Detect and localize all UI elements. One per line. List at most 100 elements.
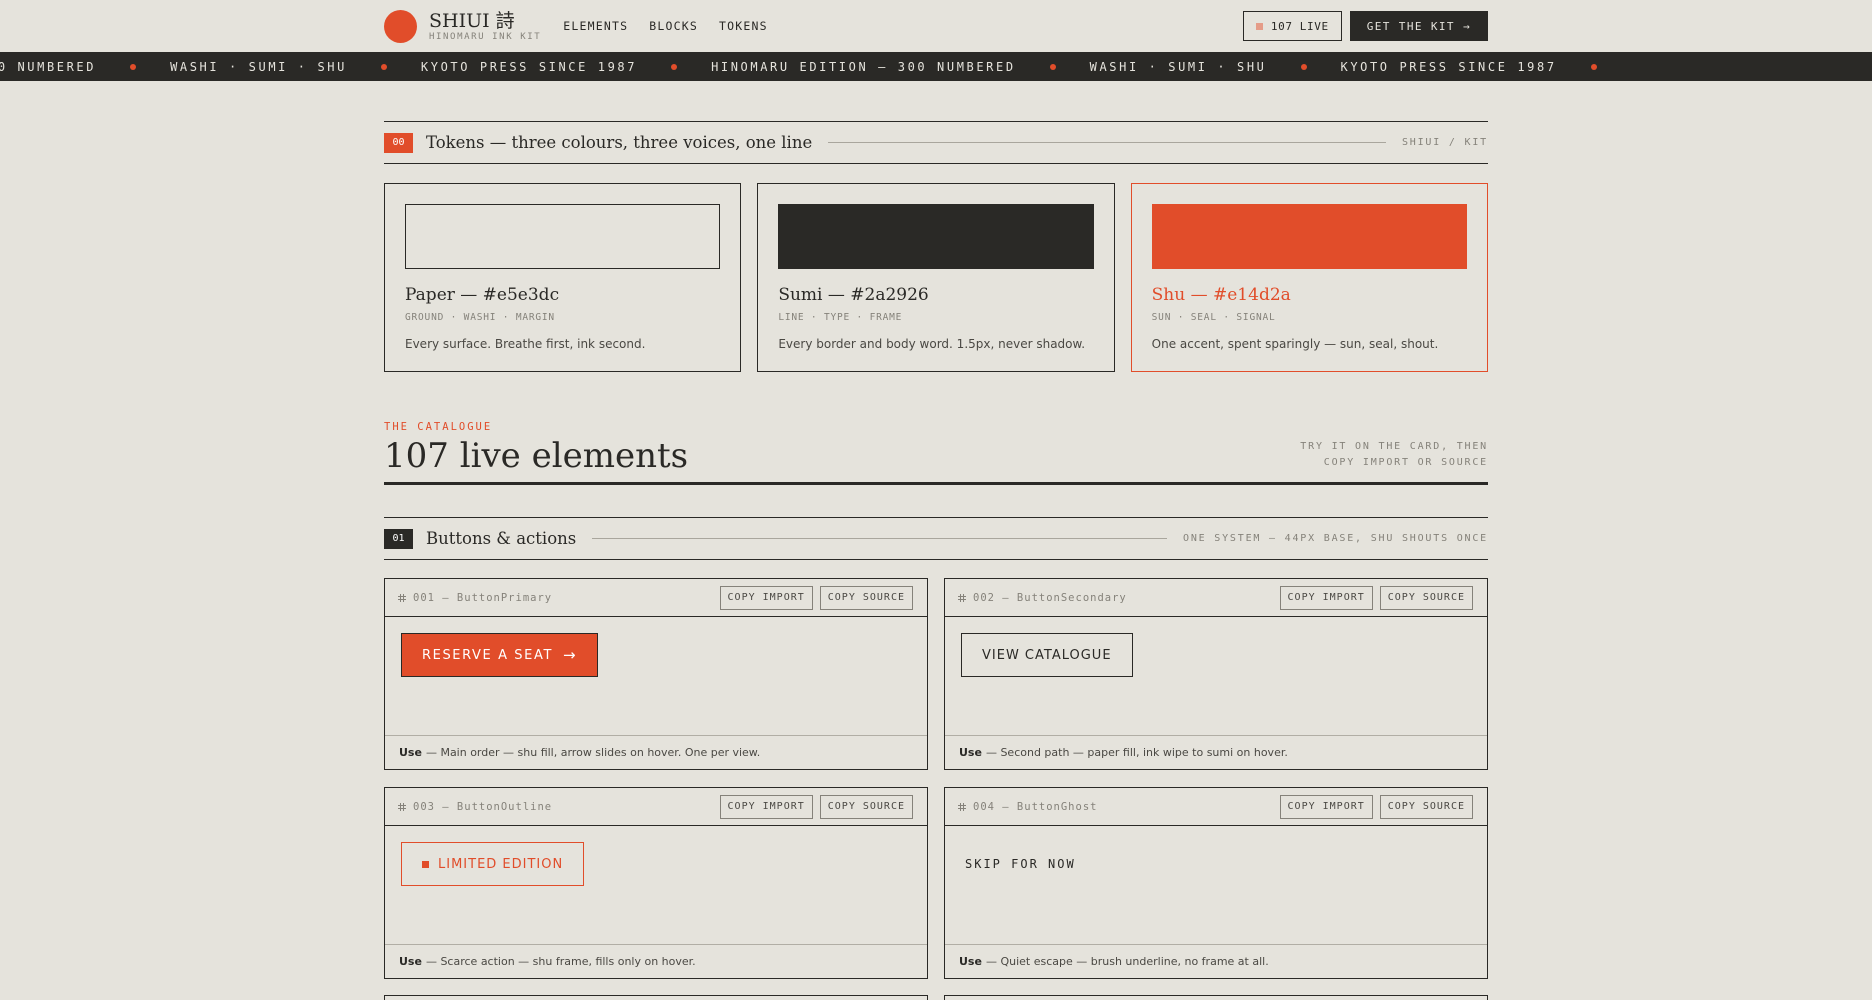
element-card-next xyxy=(384,995,928,1000)
ticker-dot-icon xyxy=(1590,63,1597,70)
marquee-ticker: 00 NUMBERED WASHI · SUMI · SHU KYOTO PRE… xyxy=(0,52,1872,81)
element-card-button-ghost: 004 — ButtonGhost COPY IMPORT COPY SOURC… xyxy=(944,787,1488,979)
ticker-item: 00 NUMBERED xyxy=(0,59,97,74)
section-number: 00 xyxy=(384,132,413,153)
element-id-label: 003 — ButtonOutline xyxy=(413,800,553,813)
element-card-button-outline: 003 — ButtonOutline COPY IMPORT COPY SOU… xyxy=(384,787,928,979)
element-id-label: 002 — ButtonSecondary xyxy=(973,591,1127,604)
element-id: 003 — ButtonOutline xyxy=(398,801,552,813)
tokens-section-header: 00 Tokens — three colours, three voices,… xyxy=(384,121,1488,164)
section-meta: ONE SYSTEM — 44PX BASE, SHU SHOUTS ONCE xyxy=(1183,533,1488,544)
catalogue-note-line: TRY IT ON THE CARD, THEN xyxy=(1300,441,1488,452)
live-count-label: 107 LIVE xyxy=(1270,19,1329,33)
token-card-shu: Shu — #e14d2a SUN · SEAL · SIGNAL One ac… xyxy=(1130,183,1488,372)
copy-source-button[interactable]: COPY SOURCE xyxy=(1379,585,1473,610)
ticker-dot-icon xyxy=(380,63,387,70)
token-tags: LINE · TYPE · FRAME xyxy=(778,312,903,323)
token-card-paper: Paper — #e5e3dc GROUND · WASHI · MARGIN … xyxy=(384,183,742,372)
ticker-item: WASHI · SUMI · SHU xyxy=(170,59,347,74)
nav-tokens[interactable]: TOKENS xyxy=(719,19,768,33)
token-name: Sumi — #2a2926 xyxy=(778,285,929,305)
copy-import-button[interactable]: COPY IMPORT xyxy=(1279,794,1373,819)
usage-label: Use xyxy=(959,746,982,759)
square-icon xyxy=(422,860,429,868)
nav-blocks[interactable]: BLOCKS xyxy=(649,19,698,33)
usage-text: — Scarce action — shu frame, fills only … xyxy=(425,955,696,968)
catalogue-rule xyxy=(384,482,1488,485)
arrow-right-icon: → xyxy=(563,646,578,664)
ticker-dot-icon xyxy=(671,63,678,70)
get-the-kit-button[interactable]: GET THE KIT → xyxy=(1349,11,1488,41)
live-count-button[interactable]: 107 LIVE xyxy=(1242,11,1342,41)
brand-title: SHIUI 詩 xyxy=(429,9,515,32)
element-id: 002 — ButtonSecondary xyxy=(958,592,1127,604)
section-title: Buttons & actions xyxy=(426,529,577,548)
catalogue-title: 107 live elements xyxy=(384,436,689,476)
brand[interactable]: SHIUI 詩 HINOMARU INK KIT xyxy=(384,9,542,43)
section-rule xyxy=(828,142,1386,143)
copy-import-button[interactable]: COPY IMPORT xyxy=(719,794,813,819)
grid-icon xyxy=(958,593,966,602)
token-description: Every surface. Breathe first, ink second… xyxy=(405,337,646,351)
shu-swatch xyxy=(1151,204,1467,269)
element-id: 004 — ButtonGhost xyxy=(958,801,1097,813)
token-description: One accent, spent sparingly — sun, seal,… xyxy=(1151,337,1439,351)
grid-icon xyxy=(398,593,406,602)
view-catalogue-button[interactable]: VIEW CATALOGUE xyxy=(961,633,1133,677)
usage-note: Use — Scarce action — shu frame, fills o… xyxy=(385,945,927,978)
usage-text: — Quiet escape — brush underline, no fra… xyxy=(985,955,1269,968)
element-card-next xyxy=(944,995,1488,1000)
site-header: SHIUI 詩 HINOMARU INK KIT ELEMENTS BLOCKS… xyxy=(384,0,1488,52)
section-rule xyxy=(592,538,1167,539)
section-number: 01 xyxy=(384,528,413,549)
nav-elements[interactable]: ELEMENTS xyxy=(563,19,628,33)
token-tags: SUN · SEAL · SIGNAL xyxy=(1151,312,1276,323)
usage-text: — Second path — paper fill, ink wipe to … xyxy=(985,746,1288,759)
paper-swatch xyxy=(405,204,721,269)
ticker-item: KYOTO PRESS SINCE 1987 xyxy=(420,59,638,74)
catalogue-note-line: COPY IMPORT OR SOURCE xyxy=(1323,457,1488,468)
catalogue-eyebrow: THE CATALOGUE xyxy=(384,421,493,433)
token-cards: Paper — #e5e3dc GROUND · WASHI · MARGIN … xyxy=(384,183,1488,372)
main-nav: ELEMENTS BLOCKS TOKENS xyxy=(563,19,789,33)
usage-note: Use — Quiet escape — brush underline, no… xyxy=(945,945,1487,978)
element-card-button-secondary: 002 — ButtonSecondary COPY IMPORT COPY S… xyxy=(944,578,1488,770)
button-label: RESERVE A SEAT xyxy=(422,647,553,663)
copy-source-button[interactable]: COPY SOURCE xyxy=(819,794,913,819)
buttons-section-header: 01 Buttons & actions ONE SYSTEM — 44PX B… xyxy=(384,517,1488,560)
element-id-label: 001 — ButtonPrimary xyxy=(413,591,553,604)
usage-note: Use — Second path — paper fill, ink wipe… xyxy=(945,736,1487,769)
brand-subtitle: HINOMARU INK KIT xyxy=(429,31,542,42)
ticker-dot-icon xyxy=(1300,63,1307,70)
section-meta: SHIUI / KIT xyxy=(1401,137,1488,148)
element-id: 001 — ButtonPrimary xyxy=(398,592,552,604)
copy-source-button[interactable]: COPY SOURCE xyxy=(1379,794,1473,819)
button-label: LIMITED EDITION xyxy=(438,856,564,872)
copy-source-button[interactable]: COPY SOURCE xyxy=(819,585,913,610)
live-dot-icon xyxy=(1255,22,1263,30)
token-description: Every border and body word. 1.5px, never… xyxy=(778,337,1086,351)
hinomaru-logo-icon xyxy=(384,9,417,43)
ticker-item: HINOMARU EDITION — 300 NUMBERED xyxy=(711,59,1016,74)
section-title: Tokens — three colours, three voices, on… xyxy=(426,133,813,152)
ticker-dot-icon xyxy=(1049,63,1056,70)
ticker-dot-icon xyxy=(130,63,137,70)
token-name: Paper — #e5e3dc xyxy=(405,285,560,305)
skip-for-now-button[interactable]: SKIP FOR NOW xyxy=(961,842,1080,886)
grid-icon xyxy=(398,802,406,811)
sumi-swatch xyxy=(778,204,1094,269)
usage-label: Use xyxy=(399,746,422,759)
token-card-sumi: Sumi — #2a2926 LINE · TYPE · FRAME Every… xyxy=(757,183,1115,372)
usage-text: — Main order — shu fill, arrow slides on… xyxy=(425,746,761,759)
usage-label: Use xyxy=(399,955,422,968)
reserve-a-seat-button[interactable]: RESERVE A SEAT → xyxy=(401,633,599,677)
element-id-label: 004 — ButtonGhost xyxy=(973,800,1098,813)
limited-edition-button[interactable]: LIMITED EDITION xyxy=(401,842,585,886)
usage-note: Use — Main order — shu fill, arrow slide… xyxy=(385,736,927,769)
catalogue-note: TRY IT ON THE CARD, THEN COPY IMPORT OR … xyxy=(1300,439,1488,471)
ticker-item: WASHI · SUMI · SHU xyxy=(1089,59,1267,74)
usage-label: Use xyxy=(959,955,982,968)
token-tags: GROUND · WASHI · MARGIN xyxy=(405,312,555,323)
copy-import-button[interactable]: COPY IMPORT xyxy=(719,585,813,610)
copy-import-button[interactable]: COPY IMPORT xyxy=(1279,585,1373,610)
